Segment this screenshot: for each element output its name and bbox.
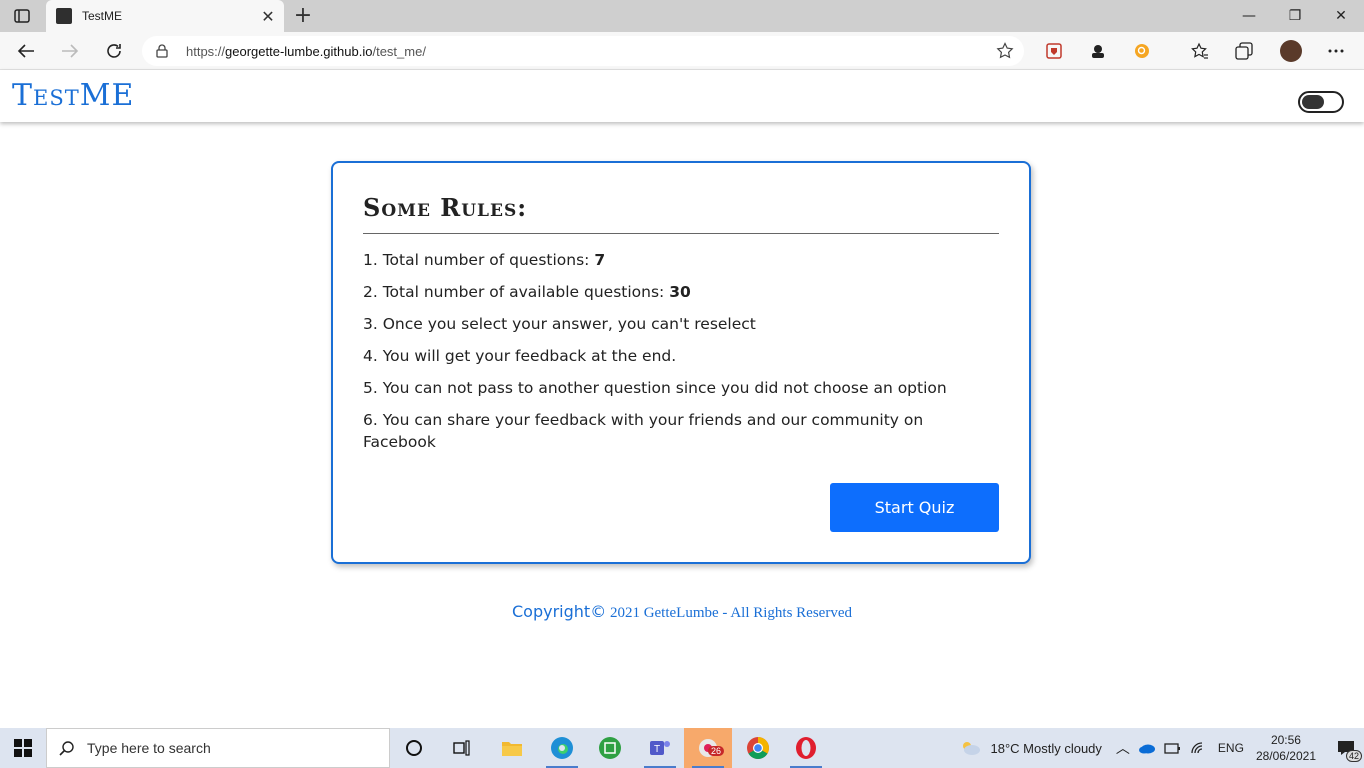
task-view-icon[interactable]	[438, 728, 486, 768]
site-logo[interactable]: TestME	[12, 78, 134, 113]
add-favorite-icon[interactable]	[996, 42, 1014, 60]
url-text: https://georgette-lumbe.github.io/test_m…	[186, 43, 426, 59]
rules-card: Some Rules: 1. Total number of questions…	[331, 161, 1031, 564]
rules-divider	[363, 233, 999, 234]
profile-avatar[interactable]	[1280, 40, 1302, 62]
slack-badge: 26	[708, 746, 725, 756]
lock-icon	[156, 43, 170, 59]
browser-tab-bar: TestME ✕ + — ❐ ✕	[0, 0, 1364, 32]
spreadsheet-app-icon[interactable]	[586, 728, 634, 768]
onedrive-icon[interactable]	[1138, 742, 1156, 754]
language-indicator[interactable]: ENG	[1218, 741, 1244, 755]
more-options-icon[interactable]	[1326, 41, 1346, 61]
close-tab-icon[interactable]: ✕	[260, 7, 276, 26]
footer: Copyright© 2021 GetteLumbe - All Rights …	[0, 602, 1364, 622]
restore-button[interactable]: ❐	[1272, 0, 1318, 32]
clock-time: 20:56	[1270, 733, 1301, 747]
battery-icon[interactable]	[1164, 741, 1182, 755]
rule-item: 5. You can not pass to another question …	[363, 379, 947, 397]
copyright-text: 2021 GetteLumbe - All Rights Reserved	[606, 605, 852, 621]
close-window-button[interactable]: ✕	[1318, 0, 1364, 32]
weather-cloud-icon[interactable]	[959, 740, 981, 756]
notifications-icon[interactable]: 42	[1328, 728, 1364, 768]
extension-shield-icon[interactable]	[1044, 41, 1064, 61]
browser-toolbar: https://georgette-lumbe.github.io/test_m…	[0, 32, 1364, 70]
chrome-icon[interactable]	[734, 728, 782, 768]
theme-toggle[interactable]	[1298, 91, 1344, 113]
rules-list: 1. Total number of questions: 7 2. Total…	[363, 249, 999, 463]
copyright-symbol: ©	[590, 602, 607, 621]
tab-title: TestME	[82, 9, 123, 23]
svg-text:T: T	[654, 744, 660, 755]
cortana-icon[interactable]	[390, 728, 438, 768]
tab-favicon-icon	[56, 8, 72, 24]
weather-text[interactable]: 18°C Mostly cloudy	[991, 741, 1102, 756]
rule-item: 2. Total number of available questions: …	[363, 283, 691, 301]
toggle-knob	[1302, 95, 1324, 109]
forward-button[interactable]	[56, 37, 84, 65]
rule-item: 3. Once you select your answer, you can'…	[363, 315, 756, 333]
taskbar-search-placeholder: Type here to search	[87, 740, 211, 756]
slack-icon[interactable]: 26	[684, 728, 732, 768]
minimize-button[interactable]: —	[1226, 0, 1272, 32]
refresh-button[interactable]	[100, 37, 128, 65]
copyright-word: Copyright	[512, 602, 591, 621]
rule-item: 1. Total number of questions: 7	[363, 251, 606, 269]
extension-incognito-icon[interactable]	[1088, 41, 1108, 61]
address-bar[interactable]: https://georgette-lumbe.github.io/test_m…	[142, 36, 1024, 66]
chevron-up-icon[interactable]: ︿	[1116, 738, 1130, 758]
back-button[interactable]	[12, 37, 40, 65]
clock[interactable]: 20:56 28/06/2021	[1256, 732, 1316, 764]
start-quiz-button[interactable]: Start Quiz	[830, 483, 999, 532]
taskbar: Type here to search T 26 18°C Mostly clo…	[0, 728, 1364, 768]
clock-date: 28/06/2021	[1255, 749, 1316, 763]
windows-start-icon[interactable]	[0, 728, 46, 768]
favorites-icon[interactable]	[1190, 41, 1210, 61]
window-controls: — ❐ ✕	[1226, 0, 1364, 32]
browser-tab[interactable]: TestME ✕	[46, 0, 284, 32]
file-explorer-icon[interactable]	[488, 728, 536, 768]
rule-item: 4. You will get your feedback at the end…	[363, 347, 677, 365]
opera-icon[interactable]	[782, 728, 830, 768]
rule-item: 6. You can share your feedback with your…	[363, 411, 924, 451]
collections-icon[interactable]	[1234, 41, 1254, 61]
extension-search-icon[interactable]	[1132, 41, 1152, 61]
search-icon	[59, 741, 74, 756]
site-header: TestME	[0, 70, 1364, 122]
wifi-icon[interactable]	[1190, 741, 1208, 755]
new-tab-button[interactable]: +	[292, 4, 314, 28]
taskbar-search-box[interactable]: Type here to search	[46, 728, 390, 768]
teams-icon[interactable]: T	[636, 728, 684, 768]
edge-browser-icon[interactable]	[538, 728, 586, 768]
system-tray: 18°C Mostly cloudy ︿ ENG 20:56 28/06/202…	[959, 728, 1364, 768]
tab-actions-icon[interactable]	[8, 6, 36, 26]
notification-count: 42	[1345, 750, 1362, 762]
rules-title: Some Rules:	[363, 193, 528, 222]
